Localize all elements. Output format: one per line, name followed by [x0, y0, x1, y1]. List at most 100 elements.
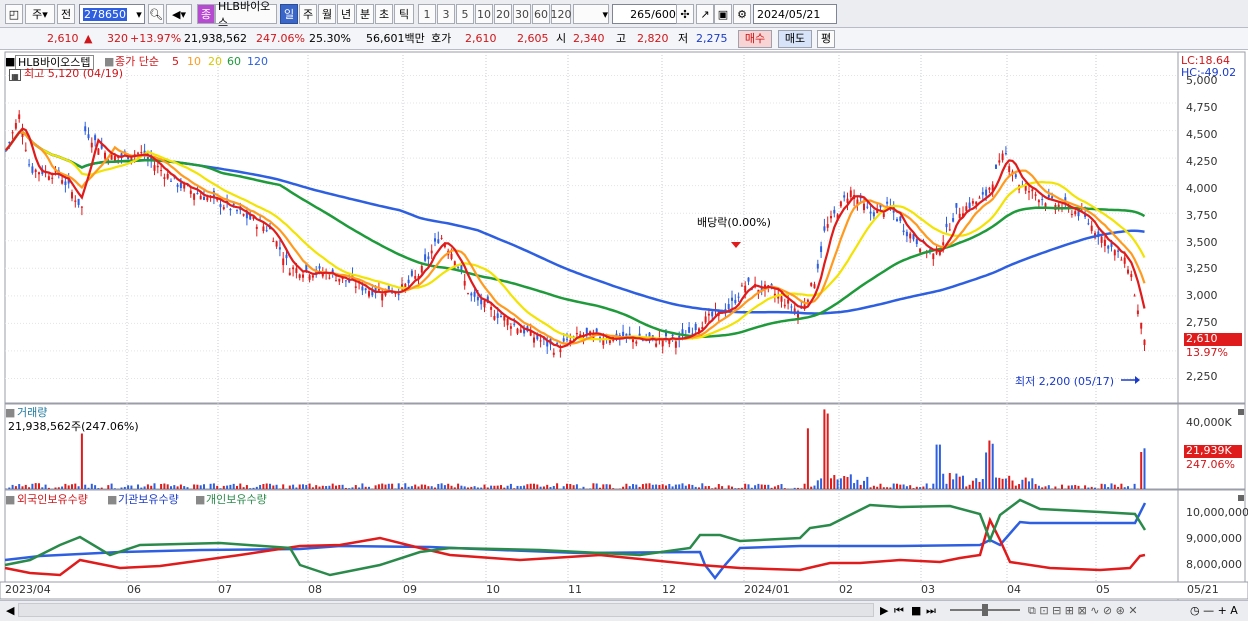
volume-bar: [876, 486, 879, 489]
candle-body: [971, 201, 974, 204]
volume-bar: [780, 484, 783, 489]
volume-bar: [704, 486, 707, 489]
candle-body: [1001, 153, 1004, 161]
y-tick: 5,000: [1186, 74, 1218, 87]
candle-body: [265, 230, 268, 232]
stop-icon[interactable]: ■: [911, 604, 921, 617]
candle-body: [219, 204, 222, 208]
volume-bar: [506, 485, 509, 489]
volume-bar: [1028, 481, 1030, 489]
volume-bar: [1074, 485, 1077, 489]
volume-bar: [655, 484, 658, 489]
candle-body: [8, 142, 11, 144]
volume-bar: [374, 485, 377, 489]
zoom-slider-handle[interactable]: [982, 604, 988, 616]
institution-holding-label[interactable]: 기관보유수량: [118, 493, 179, 506]
scroll-right-icon[interactable]: ▶: [880, 604, 888, 617]
volume-bar: [1031, 478, 1034, 489]
candle-body: [783, 304, 786, 307]
volume-bar: [87, 487, 90, 489]
volume-bar: [1004, 478, 1007, 489]
volume-last-box: 21,939K: [1184, 445, 1242, 458]
volume-bar: [1054, 486, 1057, 489]
volume-bar: [846, 477, 849, 489]
individual-holding-label[interactable]: 개인보유수량: [206, 493, 267, 506]
candle-body: [1136, 310, 1139, 315]
volume-bar: [909, 485, 912, 489]
volume-bar: [651, 484, 654, 489]
candle-body: [229, 209, 232, 211]
last-icon[interactable]: ⏭: [926, 604, 936, 617]
candle-body: [655, 343, 658, 347]
candle-body: [1090, 225, 1093, 232]
volume-bar: [509, 483, 512, 489]
volume-bar: [1120, 483, 1123, 489]
candle-body: [830, 216, 832, 219]
volume-bar: [589, 488, 592, 489]
candle-body: [153, 165, 156, 171]
chart-canvas[interactable]: [0, 0, 1248, 621]
volume-bar: [137, 484, 139, 489]
volume-bar: [1041, 487, 1044, 489]
candle-body: [820, 246, 823, 253]
candle-body: [635, 341, 638, 344]
zoom-out-icon[interactable]: ◷ — + A: [1190, 604, 1238, 617]
candle-body: [166, 173, 169, 179]
volume-bar: [420, 484, 423, 489]
scrollbar[interactable]: [18, 603, 874, 617]
volume-bar: [249, 488, 252, 489]
x-tick: 09: [403, 583, 417, 596]
candle-body: [71, 192, 73, 199]
volume-note: 21,938,562주(247.06%): [8, 420, 139, 433]
volume-bar: [77, 486, 80, 489]
tool-icons[interactable]: ⧉ ⊡ ⊟ ⊞ ⊠ ∿ ⊘ ⊛ ✕: [1028, 604, 1138, 617]
x-tick: 11: [568, 583, 582, 596]
volume-bar: [341, 484, 344, 489]
volume-bar: [892, 483, 895, 489]
volume-bar: [549, 487, 552, 489]
candle-body: [806, 299, 809, 302]
scroll-left-icon[interactable]: ◀: [6, 604, 14, 617]
volume-bar: [47, 487, 50, 489]
candle-body: [595, 328, 598, 332]
volume-bar: [757, 483, 760, 489]
candle-body: [869, 211, 872, 214]
volume-bar: [694, 486, 697, 489]
volume-bar: [315, 485, 318, 489]
volume-bar: [932, 483, 935, 489]
volume-bar: [331, 483, 334, 489]
candle-body: [189, 190, 192, 194]
first-icon[interactable]: ⏮: [894, 604, 904, 617]
volume-bar: [1061, 484, 1063, 489]
volume-bar: [1014, 485, 1017, 489]
volume-bar: [358, 487, 361, 489]
candle-body: [285, 254, 288, 259]
candle-body: [886, 201, 889, 204]
candle-body: [467, 293, 469, 295]
last-price-pct: 13.97%: [1186, 346, 1228, 359]
candle-body: [707, 313, 710, 316]
x-tick: 05: [1096, 583, 1110, 596]
volume-bar: [298, 484, 301, 489]
y-tick: 3,750: [1186, 209, 1218, 222]
candle-body: [11, 132, 14, 134]
candle-body: [104, 152, 106, 159]
y-tick: 3,250: [1186, 262, 1218, 275]
candle-body: [1037, 200, 1040, 203]
volume-bar: [84, 484, 87, 489]
volume-bar: [1133, 483, 1136, 489]
candle-body: [24, 149, 27, 151]
volume-bar: [734, 488, 737, 489]
holdings-y-tick: 10,000,000: [1186, 506, 1248, 519]
foreign-holding-label[interactable]: 외국인보유수량: [17, 493, 88, 506]
volume-bar: [440, 483, 443, 489]
volume-bar: [470, 486, 473, 489]
candle-body: [179, 182, 182, 189]
volume-bar: [414, 484, 417, 489]
volume-bar: [186, 487, 189, 489]
calendar-icon[interactable]: ▦: [9, 69, 21, 81]
volume-bar: [816, 480, 819, 489]
legend-square-icon-6: ■: [195, 493, 206, 506]
candle-body: [424, 254, 427, 261]
volume-bar: [183, 486, 186, 489]
